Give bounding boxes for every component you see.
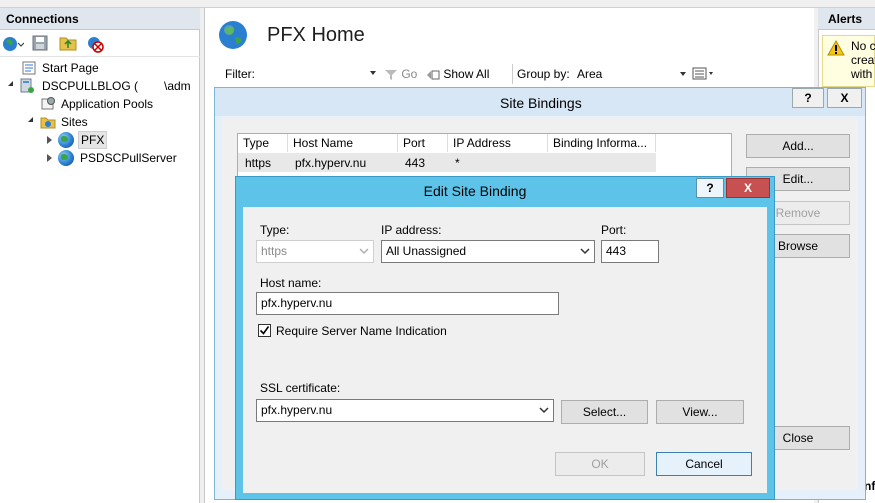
expand-pullserver-icon[interactable] [47, 154, 52, 162]
group-by-select[interactable]: Area [577, 67, 687, 81]
connect-icon[interactable] [2, 35, 25, 53]
go-button[interactable]: Go [384, 67, 417, 81]
cell-host: pfx.hyperv.nu [295, 156, 367, 170]
ip-address-select[interactable]: All Unassigned [381, 240, 595, 263]
show-all-button[interactable]: Show All [426, 67, 489, 81]
column-header-ip-address[interactable]: IP Address [448, 134, 548, 152]
tree-label-server: DSCPULLBLOG ( [42, 79, 139, 93]
host-name-label: Host name: [260, 276, 322, 290]
host-name-input[interactable]: pfx.hyperv.nu [256, 292, 559, 315]
divider [512, 64, 513, 84]
ip-address-label: IP address: [381, 223, 442, 237]
chevron-down-icon [539, 407, 549, 414]
tree-label-start-page: Start Page [42, 61, 99, 75]
filter-input[interactable] [260, 65, 378, 83]
cancel-button[interactable]: Cancel [656, 452, 752, 476]
tree-item-pfx[interactable]: PFX [45, 131, 195, 149]
connections-toolbar [0, 31, 200, 57]
port-label: Port: [601, 223, 627, 237]
home-globe-icon [218, 20, 248, 50]
view-toggle-icon[interactable] [692, 67, 714, 84]
group-by-label: Group by: [517, 67, 570, 81]
site-bindings-title: Site Bindings [500, 95, 582, 111]
cell-ip: * [455, 156, 460, 170]
tree-item-start-page[interactable]: Start Page [22, 59, 192, 77]
go-label: Go [401, 67, 418, 81]
edit-binding-close-button[interactable]: X [726, 178, 770, 198]
checkmark-icon [259, 326, 270, 335]
chevron-down-icon [359, 248, 369, 255]
disconnect-icon[interactable] [86, 35, 104, 53]
warning-icon [827, 40, 845, 56]
group-by-arrow-icon[interactable] [680, 72, 686, 76]
view-certificate-button[interactable]: View... [656, 400, 744, 424]
add-binding-button[interactable]: Add... [746, 134, 850, 158]
tree-label-server-user: \adm [164, 79, 191, 93]
tree-label-pfx: PFX [78, 131, 108, 149]
save-icon[interactable] [32, 35, 50, 53]
tree-item-server[interactable]: DSCPULLBLOG ( \adm [6, 77, 200, 95]
connections-pane: Connections Start Page DSCPULLBLOG ( \ad… [0, 8, 200, 503]
ssl-certificate-select[interactable]: pfx.hyperv.nu [256, 399, 554, 422]
chevron-down-icon [580, 248, 590, 255]
cell-port: 443 [405, 156, 426, 170]
column-header-host-name[interactable]: Host Name [288, 134, 398, 152]
sni-label: Require Server Name Indication [276, 324, 447, 338]
alert-box: No c creat with [822, 35, 875, 87]
start-page-icon [22, 61, 36, 75]
tree-label-sites: Sites [61, 115, 88, 129]
expand-pfx-icon[interactable] [47, 136, 52, 144]
folder-up-icon[interactable] [59, 35, 77, 53]
group-by-value: Area [577, 67, 603, 81]
site-globe-icon [58, 132, 74, 148]
column-header-binding-info[interactable]: Binding Informa... [548, 134, 656, 152]
expand-server-icon[interactable] [8, 81, 13, 86]
page-title: PFX Home [267, 24, 365, 46]
ip-address-value: All Unassigned [386, 244, 467, 258]
ok-button[interactable]: OK [555, 452, 645, 476]
alert-message: No c creat with [851, 39, 875, 81]
site-bindings-close-button[interactable]: X [827, 88, 862, 108]
filter-dropdown-icon[interactable] [370, 71, 376, 75]
type-value: https [261, 244, 288, 258]
tree-label-app-pools: Application Pools [61, 97, 154, 111]
server-icon [20, 78, 34, 93]
edit-binding-help-button[interactable]: ? [696, 178, 724, 198]
select-certificate-button[interactable]: Select... [561, 400, 648, 424]
filter-label: Filter: [225, 67, 255, 81]
app-pools-icon [41, 97, 55, 110]
sites-folder-icon [40, 117, 56, 129]
ssl-certificate-value: pfx.hyperv.nu [261, 403, 333, 417]
connections-title: Connections [0, 8, 200, 30]
tree-item-app-pools[interactable]: Application Pools [40, 95, 200, 113]
ssl-certificate-label: SSL certificate: [260, 381, 341, 395]
show-all-icon [427, 70, 440, 80]
type-label: Type: [260, 223, 290, 237]
tree-item-psdscpullserver[interactable]: PSDSCPullServer [45, 149, 195, 167]
bottom-edge-glyph [230, 488, 236, 500]
sni-checkbox[interactable] [258, 324, 271, 337]
column-header-type[interactable]: Type [238, 134, 288, 152]
expand-sites-icon[interactable] [28, 117, 33, 122]
show-all-label: Show All [443, 67, 490, 81]
tree-label-psdscpullserver: PSDSCPullServer [80, 151, 177, 165]
site-bindings-help-button[interactable]: ? [792, 88, 824, 108]
alerts-title: Alerts [818, 8, 875, 30]
filter-bar: Filter: Go Show All Group by: Area [220, 64, 816, 86]
funnel-icon [385, 69, 397, 80]
top-strip [0, 0, 875, 8]
edit-site-binding-title: Edit Site Binding [423, 183, 527, 199]
column-header-port[interactable]: Port [398, 134, 448, 152]
type-select[interactable]: https [256, 240, 374, 263]
port-input[interactable]: 443 [601, 240, 659, 263]
cell-type: https [245, 156, 272, 170]
tree-item-sites[interactable]: Sites [26, 113, 196, 131]
site-globe-icon [58, 150, 74, 166]
